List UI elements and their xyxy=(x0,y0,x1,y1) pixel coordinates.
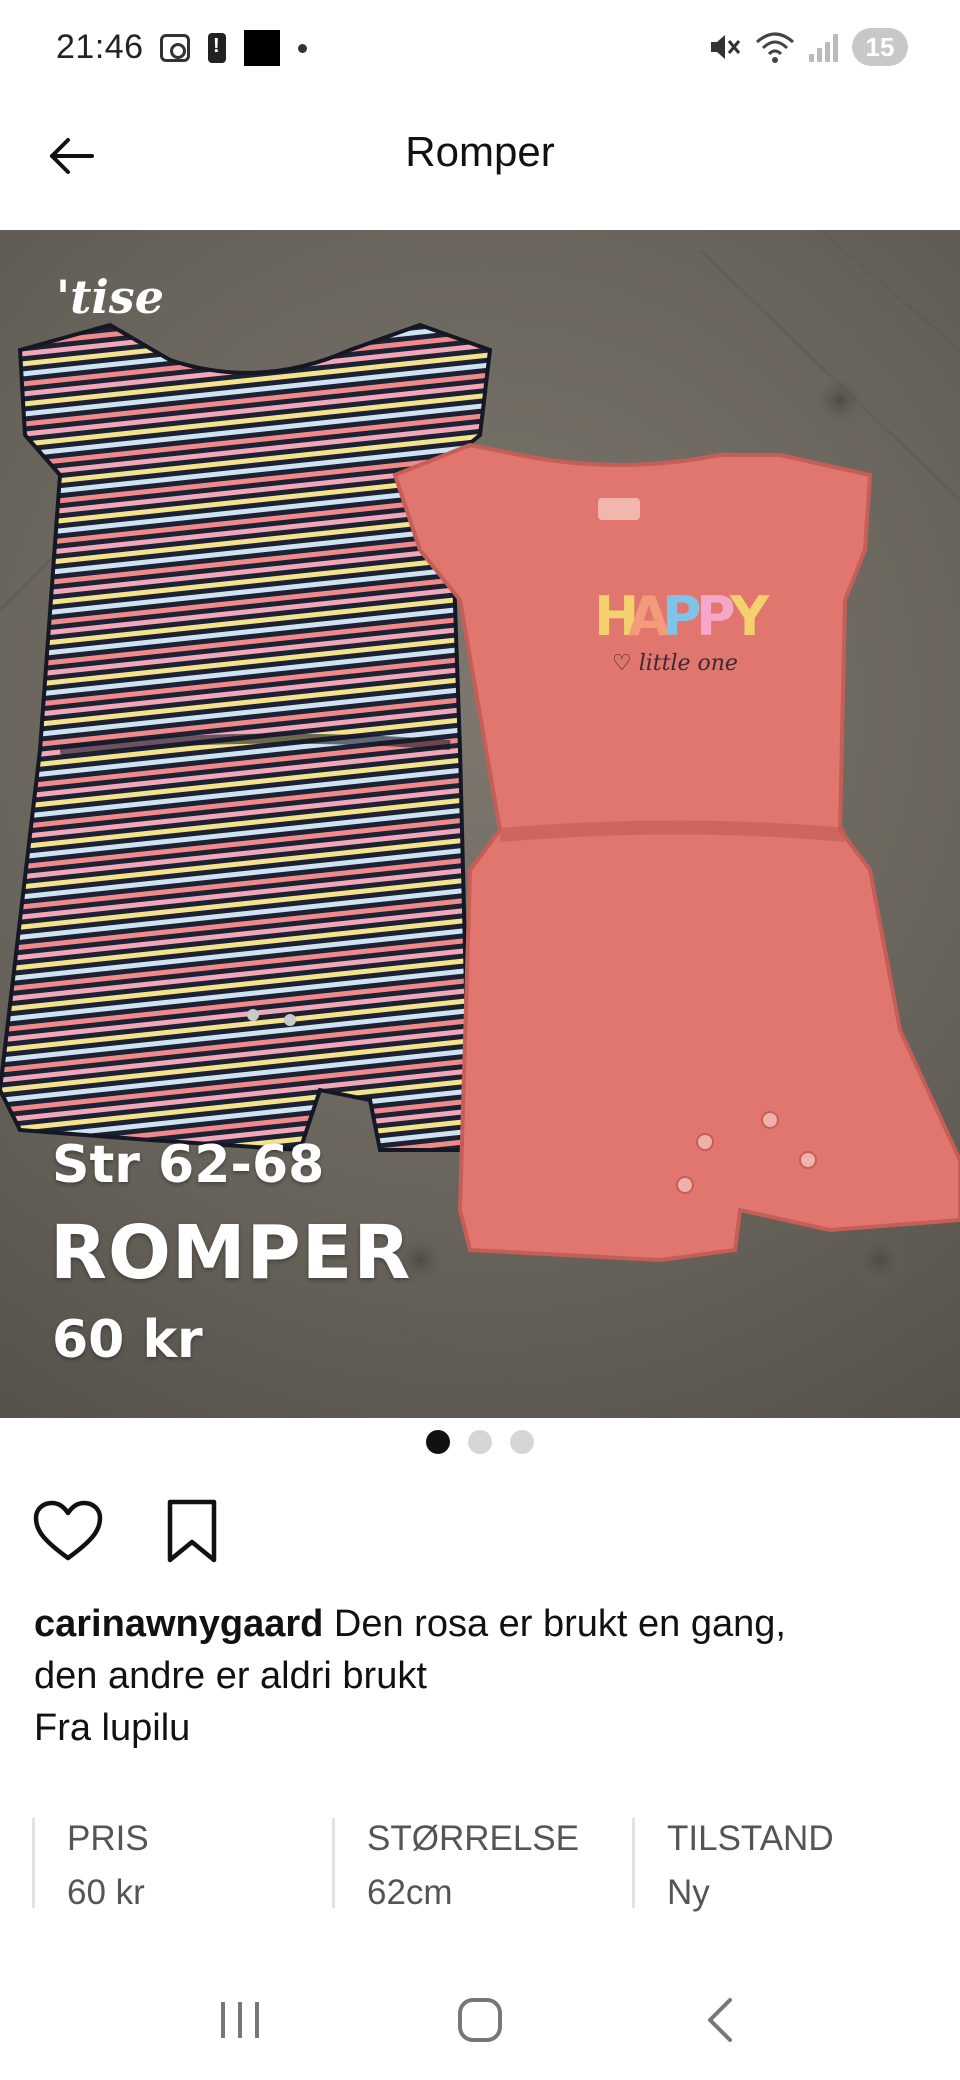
product-attributes: PRIS 60 kr STØRRELSE 62cm TILSTAND Ny xyxy=(32,1818,932,1912)
bookmark-icon xyxy=(167,1499,217,1563)
status-time: 21:46 xyxy=(56,28,144,66)
tise-watermark: 'tise xyxy=(56,270,164,324)
pager-dot[interactable] xyxy=(510,1430,534,1454)
app-bar: Romper xyxy=(0,100,960,230)
battery-alert-icon xyxy=(208,33,226,63)
overlay-title-text: ROMPER xyxy=(50,1210,412,1296)
attr-value: 60 kr xyxy=(67,1873,145,1912)
attr-label: PRIS xyxy=(67,1819,149,1858)
home-icon xyxy=(458,1998,502,2042)
attr-size: STØRRELSE 62cm xyxy=(332,1818,632,1912)
product-image-carousel[interactable]: H A P P Y ♡ little one 'tise Str 62-68 R… xyxy=(0,230,960,1418)
attr-label: STØRRELSE xyxy=(367,1819,579,1858)
recent-apps-button[interactable] xyxy=(200,1980,280,2060)
overlay-size-text: Str 62-68 xyxy=(52,1135,325,1195)
username[interactable]: carinawnygaard xyxy=(34,1603,323,1645)
overlay-price-text: 60 kr xyxy=(52,1310,203,1370)
svg-text:♡ little one: ♡ little one xyxy=(612,651,738,676)
attr-label: TILSTAND xyxy=(667,1819,834,1858)
svg-text:Y: Y xyxy=(729,585,770,648)
battery-icon: 15 xyxy=(852,28,908,66)
home-button[interactable] xyxy=(440,1980,520,2060)
notification-dot-icon xyxy=(298,43,307,53)
status-right-icons: 15 xyxy=(707,28,908,66)
save-button[interactable] xyxy=(156,1495,228,1567)
attr-value: 62cm xyxy=(367,1873,453,1912)
system-back-button[interactable] xyxy=(680,1980,760,2060)
system-nav-bar xyxy=(0,1960,960,2080)
heart-icon xyxy=(33,1500,103,1561)
post-actions xyxy=(32,1495,228,1567)
image-pager xyxy=(0,1430,960,1454)
pager-dot[interactable] xyxy=(426,1430,450,1454)
description-text-2: den andre er aldri brukt xyxy=(34,1655,427,1697)
screenshot-icon xyxy=(160,34,190,62)
mute-icon xyxy=(711,35,741,59)
pager-dot[interactable] xyxy=(468,1430,492,1454)
like-button[interactable] xyxy=(32,1495,104,1567)
app-notification-icon xyxy=(244,30,280,66)
attr-price: PRIS 60 kr xyxy=(32,1818,332,1912)
description-text-1: Den rosa er brukt en gang, xyxy=(323,1603,786,1645)
status-bar: 21:46 15 xyxy=(0,0,960,100)
status-left-icons xyxy=(160,30,307,66)
back-icon xyxy=(708,1998,732,2042)
description-line-1: carinawnygaard Den rosa er brukt en gang… xyxy=(34,1598,914,1650)
description-text-3: Fra lupilu xyxy=(34,1707,191,1749)
page-title: Romper xyxy=(405,128,555,175)
recent-apps-icon xyxy=(221,2002,259,2038)
signal-icon xyxy=(809,32,838,62)
attr-value: Ny xyxy=(667,1873,710,1912)
post-description: carinawnygaard Den rosa er brukt en gang… xyxy=(34,1598,914,1754)
wifi-icon xyxy=(756,32,794,63)
attr-condition: TILSTAND Ny xyxy=(632,1818,932,1912)
